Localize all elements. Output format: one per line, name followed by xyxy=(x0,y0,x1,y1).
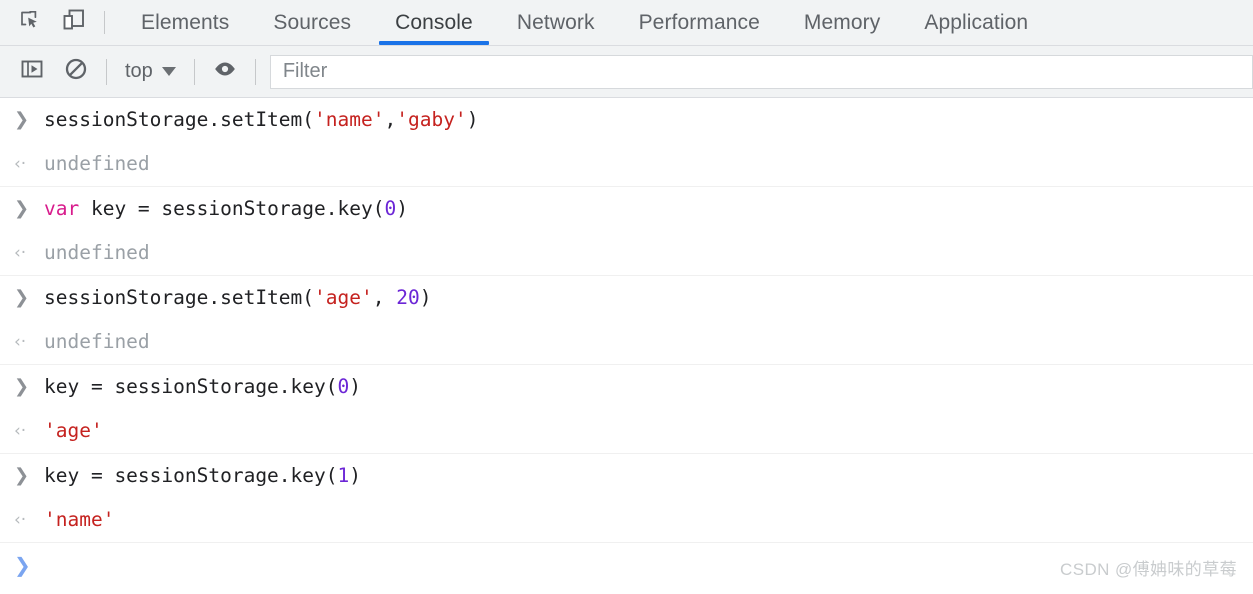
output-marker-icon: ‹· xyxy=(14,243,27,263)
console-input-expression: var key = sessionStorage.key(0) xyxy=(44,187,408,231)
tab-sources[interactable]: Sources xyxy=(251,0,373,45)
prompt-marker-icon: ❯ xyxy=(14,553,31,577)
code-token: 'name' xyxy=(314,108,385,131)
input-marker-icon: ❯ xyxy=(14,465,30,486)
inspect-element-icon xyxy=(19,9,41,36)
input-marker-icon: ❯ xyxy=(14,376,30,397)
device-toolbar-button[interactable] xyxy=(52,0,96,45)
tab-elements[interactable]: Elements xyxy=(119,0,251,45)
console-sidebar-toggle-button[interactable] xyxy=(10,50,54,94)
input-marker-icon: ❯ xyxy=(14,109,30,130)
live-expression-button[interactable] xyxy=(203,50,247,94)
code-token: 0 xyxy=(337,375,350,398)
tab-performance[interactable]: Performance xyxy=(617,0,782,45)
watermark: CSDN @傅姌味的草莓 xyxy=(1060,560,1237,579)
code-token: key = sessionStorage.key( xyxy=(44,375,338,398)
filter-input[interactable] xyxy=(270,60,1252,83)
console-output-value: 'name' xyxy=(44,508,115,531)
tab-performance-label: Performance xyxy=(638,10,760,34)
input-marker-icon: ❯ xyxy=(14,287,30,308)
console-sidebar-toggle-icon xyxy=(20,57,44,86)
console-output-row[interactable]: ‹· undefined xyxy=(0,320,1253,365)
devtools-tabbar: Elements Sources Console Network Perform… xyxy=(0,0,1253,46)
console-input-row[interactable]: ❯ key = sessionStorage.key(0) xyxy=(0,365,1253,409)
output-marker-icon: ‹· xyxy=(14,332,27,352)
inspect-element-button[interactable] xyxy=(8,0,52,45)
toolbar-divider-1 xyxy=(106,58,107,85)
console-input-row[interactable]: ❯ key = sessionStorage.key(1) xyxy=(0,454,1253,498)
code-token: sessionStorage.setItem( xyxy=(44,286,315,309)
code-token: 1 xyxy=(337,464,350,487)
code-token: ) xyxy=(349,464,361,487)
panel-tabs: Elements Sources Console Network Perform… xyxy=(119,0,1050,45)
console-output-value: undefined xyxy=(44,330,150,353)
tabbar-divider xyxy=(104,11,105,34)
console-input-row[interactable]: ❯ sessionStorage.setItem('name','gaby') xyxy=(0,98,1253,142)
toolbar-divider-3 xyxy=(254,58,256,85)
console-input-expression: sessionStorage.setItem('age', 20) xyxy=(44,276,431,320)
filter-input-wrapper[interactable] xyxy=(269,54,1253,89)
code-token: sessionStorage.setItem( xyxy=(44,108,315,131)
code-token: 'age' xyxy=(314,286,373,309)
execution-context-selector[interactable]: top xyxy=(115,55,186,89)
input-marker-icon: ❯ xyxy=(14,198,30,219)
tab-elements-label: Elements xyxy=(141,10,230,34)
console-output-row[interactable]: ‹· undefined xyxy=(0,231,1253,276)
console-input-expression: key = sessionStorage.key(0) xyxy=(44,365,361,409)
tab-console-label: Console xyxy=(395,10,473,34)
live-expression-eye-icon xyxy=(212,56,238,87)
code-token: key = sessionStorage.key( xyxy=(44,464,338,487)
code-token: ) xyxy=(396,197,408,220)
console-output-row[interactable]: ‹· undefined xyxy=(0,142,1253,187)
console-output-value: undefined xyxy=(44,241,150,264)
tab-memory[interactable]: Memory xyxy=(782,0,902,45)
output-marker-icon: ‹· xyxy=(14,154,27,174)
console-output-row[interactable]: ‹· 'age' xyxy=(0,409,1253,454)
console-output-value: 'age' xyxy=(44,419,103,442)
toolbar-divider-2 xyxy=(193,58,195,85)
tab-memory-label: Memory xyxy=(803,10,881,34)
code-token: 0 xyxy=(384,197,397,220)
console-output-row[interactable]: ‹· 'name' xyxy=(0,498,1253,543)
output-marker-icon: ‹· xyxy=(14,510,27,530)
device-toolbar-icon xyxy=(62,8,86,37)
chevron-down-icon xyxy=(161,67,176,76)
console-input-expression: key = sessionStorage.key(1) xyxy=(44,454,361,498)
console-input-row[interactable]: ❯ sessionStorage.setItem('age', 20) xyxy=(0,276,1253,320)
tab-sources-label: Sources xyxy=(273,10,352,34)
code-token: 'gaby' xyxy=(396,108,467,131)
console-output-value: undefined xyxy=(44,152,150,175)
tab-network[interactable]: Network xyxy=(495,0,617,45)
code-token: ) xyxy=(349,375,361,398)
tab-application[interactable]: Application xyxy=(902,0,1050,45)
code-token: , xyxy=(372,286,397,309)
code-token: , xyxy=(384,108,397,131)
code-token: ) xyxy=(419,286,432,309)
tab-console[interactable]: Console xyxy=(373,0,495,45)
clear-console-icon xyxy=(64,57,88,86)
console-input-row[interactable]: ❯ var key = sessionStorage.key(0) xyxy=(0,187,1253,231)
code-token: ) xyxy=(466,108,479,131)
devtools-window: Elements Sources Console Network Perform… xyxy=(0,0,1253,594)
console-message-list[interactable]: ❯ sessionStorage.setItem('name','gaby') ‹·… xyxy=(0,98,1253,594)
output-marker-icon: ‹· xyxy=(14,421,27,441)
clear-console-button[interactable] xyxy=(54,50,98,94)
code-token: var xyxy=(44,197,80,220)
tab-network-label: Network xyxy=(516,10,595,34)
tab-application-label: Application xyxy=(924,10,1029,34)
execution-context-label: top xyxy=(125,60,153,82)
console-input-expression: sessionStorage.setItem('name','gaby') xyxy=(44,98,478,142)
code-token: 20 xyxy=(396,286,420,309)
console-toolbar: top xyxy=(0,46,1253,98)
code-token: key = sessionStorage.key( xyxy=(79,197,385,220)
